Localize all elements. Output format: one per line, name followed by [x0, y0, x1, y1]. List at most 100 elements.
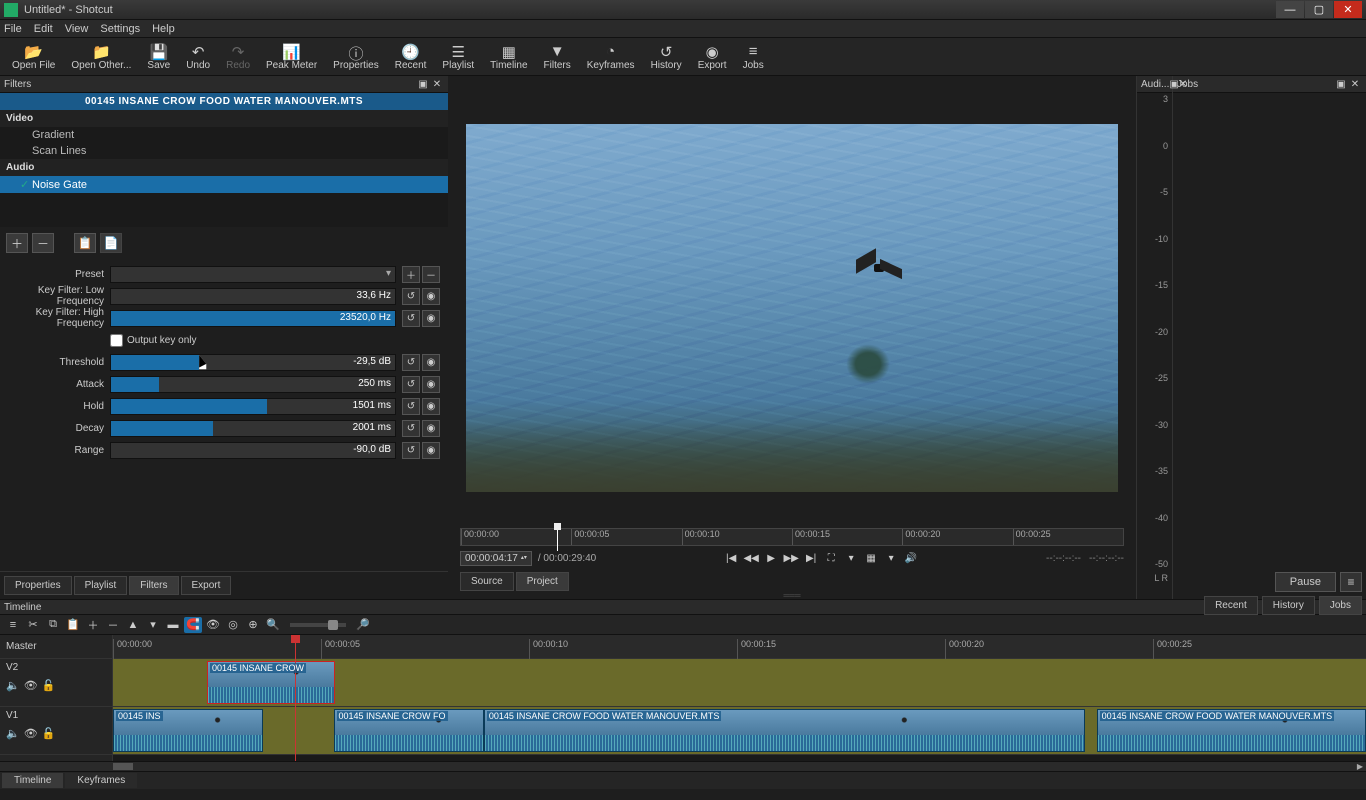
timeline-ruler[interactable]: 00:00:0000:00:0500:00:1000:00:1500:00:20…: [113, 635, 1366, 659]
param-slider-decay[interactable]: 2001 ms: [110, 420, 396, 437]
param-reset-attack[interactable]: ↺: [402, 376, 420, 393]
tl-append-button[interactable]: ＋: [84, 617, 102, 633]
panel-detach-icon[interactable]: ▣: [416, 79, 430, 90]
tab-playlist[interactable]: Playlist: [74, 576, 128, 595]
window-close[interactable]: ✕: [1334, 1, 1362, 18]
param-reset-high_freq[interactable]: ↺: [402, 310, 420, 327]
timeline-clip[interactable]: 00145 INS: [113, 709, 263, 752]
toolbar-export[interactable]: ◉Export: [690, 41, 735, 73]
param-slider-low_freq[interactable]: 33,6 Hz: [110, 288, 396, 305]
toolbar-redo[interactable]: ↷Redo: [218, 41, 258, 73]
timeline-scrollbar[interactable]: ◀ ▶: [0, 761, 1366, 771]
param-keyframe-high_freq[interactable]: ◉: [422, 310, 440, 327]
param-slider-hold[interactable]: 1501 ms: [110, 398, 396, 415]
toolbar-jobs[interactable]: ≡Jobs: [735, 41, 772, 73]
tl-zoomin-button[interactable]: 🔎: [354, 617, 372, 633]
pause-button[interactable]: Pause: [1275, 572, 1336, 592]
tl-paste-button[interactable]: 📋: [64, 617, 82, 633]
tab-project[interactable]: Project: [516, 572, 569, 591]
add-filter-button[interactable]: ＋: [6, 233, 28, 253]
timecode-current[interactable]: 00:00:04:17▴▾: [460, 551, 532, 566]
scroll-thumb[interactable]: [113, 763, 133, 770]
filter-noisegate[interactable]: ✓Noise Gate: [0, 176, 448, 193]
tl-cut-button[interactable]: ✂: [24, 617, 42, 633]
panel-close-icon[interactable]: ✕: [430, 79, 444, 90]
track-v2[interactable]: 00145 INSANE CROW: [113, 659, 1366, 707]
toolbar-history[interactable]: ↺History: [643, 41, 690, 73]
grid-button[interactable]: ▦: [862, 550, 880, 566]
toolbar-recent[interactable]: 🕘Recent: [387, 41, 435, 73]
tl-zoom-slider[interactable]: [290, 623, 346, 627]
tab-source[interactable]: Source: [460, 572, 514, 591]
toolbar-undo[interactable]: ↶Undo: [178, 41, 218, 73]
timeline-playhead[interactable]: [295, 635, 296, 761]
timeline-clip[interactable]: 00145 INSANE CROW FOOD WATER MANOUVER.MT…: [484, 709, 1085, 752]
timeline-clip[interactable]: 00145 INSANE CROW FO: [334, 709, 484, 752]
skip-end-button[interactable]: ▶|: [802, 550, 820, 566]
toolbar-properties[interactable]: ⓘProperties: [325, 41, 387, 73]
paste-filter-button[interactable]: 📄: [100, 233, 122, 253]
btab-keyframes[interactable]: Keyframes: [65, 773, 137, 788]
zoom-dropdown-button[interactable]: ▾: [842, 550, 860, 566]
param-keyframe-attack[interactable]: ◉: [422, 376, 440, 393]
param-reset-decay[interactable]: ↺: [402, 420, 420, 437]
preset-remove-button[interactable]: －: [422, 266, 440, 283]
tl-menu-button[interactable]: ≡: [4, 617, 22, 633]
grid-dropdown-button[interactable]: ▾: [882, 550, 900, 566]
lock-icon[interactable]: 🔓: [42, 727, 56, 740]
menu-edit[interactable]: Edit: [34, 23, 53, 35]
menu-file[interactable]: File: [4, 23, 22, 35]
toolbar-open-other-[interactable]: 📁Open Other...: [63, 41, 139, 73]
fastfwd-button[interactable]: ▶▶: [782, 550, 800, 566]
output-key-checkbox[interactable]: Output key only: [110, 334, 196, 347]
skip-start-button[interactable]: |◀: [722, 550, 740, 566]
preset-dropdown[interactable]: [110, 266, 396, 283]
tl-ripple-button[interactable]: ◎: [224, 617, 242, 633]
audio-detach-icon[interactable]: ▣: [1169, 79, 1178, 90]
toolbar-keyframes[interactable]: ◔Keyframes: [579, 41, 643, 73]
scrub-ruler[interactable]: 00:00:0000:00:0500:00:1000:00:1500:00:20…: [460, 528, 1124, 546]
param-keyframe-threshold[interactable]: ◉: [422, 354, 440, 371]
toolbar-open-file[interactable]: 📂Open File: [4, 41, 63, 73]
param-slider-range[interactable]: -90,0 dB: [110, 442, 396, 459]
tl-remove-button[interactable]: －: [104, 617, 122, 633]
tl-snap-button[interactable]: 🧲: [184, 617, 202, 633]
jobs-detach-icon[interactable]: ▣: [1334, 79, 1348, 90]
copy-filter-button[interactable]: 📋: [74, 233, 96, 253]
rewind-button[interactable]: ◀◀: [742, 550, 760, 566]
mute-icon[interactable]: 🔈: [6, 679, 20, 692]
mute-icon[interactable]: 🔈: [6, 727, 20, 740]
menu-help[interactable]: Help: [152, 23, 175, 35]
toolbar-filters[interactable]: ▼Filters: [536, 41, 579, 73]
lock-icon[interactable]: 🔓: [42, 679, 56, 692]
splitter-grip[interactable]: ═══: [448, 591, 1136, 599]
tl-copy-button[interactable]: ⧉: [44, 617, 62, 633]
tl-overwrite-button[interactable]: ▾: [144, 617, 162, 633]
param-slider-attack[interactable]: 250 ms: [110, 376, 396, 393]
filter-scanlines[interactable]: Scan Lines: [0, 143, 448, 159]
play-button[interactable]: ▶: [762, 550, 780, 566]
toolbar-save[interactable]: 💾Save: [139, 41, 178, 73]
param-reset-range[interactable]: ↺: [402, 442, 420, 459]
tl-lift-button[interactable]: ▲: [124, 617, 142, 633]
audio-close-icon[interactable]: ✕: [1179, 79, 1187, 90]
toolbar-peak-meter[interactable]: 📊Peak Meter: [258, 41, 325, 73]
param-slider-high_freq[interactable]: 23520,0 Hz: [110, 310, 396, 327]
param-keyframe-decay[interactable]: ◉: [422, 420, 440, 437]
track-head-v2[interactable]: V2 🔈👁🔓: [0, 659, 112, 707]
preview-video[interactable]: [466, 124, 1118, 492]
jobs-close-icon[interactable]: ✕: [1348, 79, 1362, 90]
zoom-fit-button[interactable]: ⛶: [822, 550, 840, 566]
remove-filter-button[interactable]: －: [32, 233, 54, 253]
menu-settings[interactable]: Settings: [100, 23, 140, 35]
toolbar-timeline[interactable]: ▦Timeline: [482, 41, 535, 73]
track-v1[interactable]: 00145 INS00145 INSANE CROW FO00145 INSAN…: [113, 707, 1366, 755]
tab-export[interactable]: Export: [181, 576, 232, 595]
scroll-right-icon[interactable]: ▶: [1354, 762, 1366, 771]
param-slider-threshold[interactable]: -29,5 dB: [110, 354, 396, 371]
volume-button[interactable]: 🔊: [902, 550, 920, 566]
timeline-clip[interactable]: 00145 INSANE CROW FOOD WATER MANOUVER.MT…: [1097, 709, 1366, 752]
window-maximize[interactable]: ▢: [1305, 1, 1333, 18]
hide-icon[interactable]: 👁: [24, 679, 38, 692]
tab-filters[interactable]: Filters: [129, 576, 178, 595]
